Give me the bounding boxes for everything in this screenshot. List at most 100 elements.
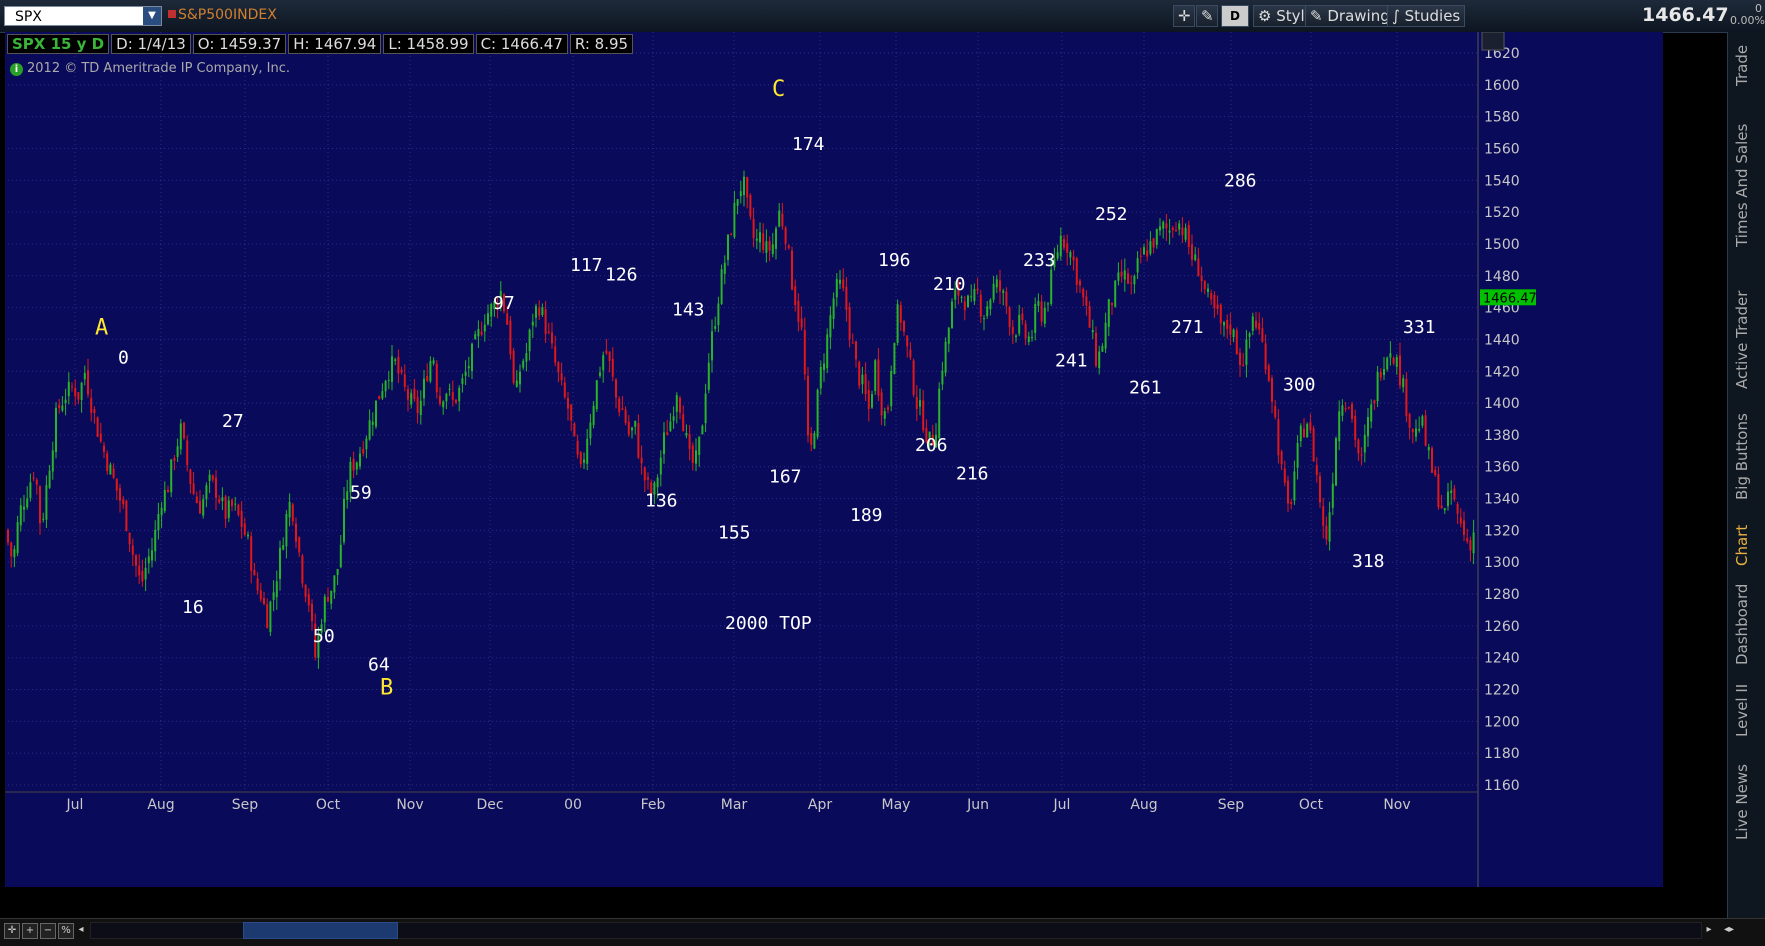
candle-body xyxy=(1466,538,1469,542)
candle-body xyxy=(407,389,409,400)
candle-body xyxy=(583,459,585,463)
candle-body xyxy=(1437,474,1440,508)
candle-body xyxy=(221,497,224,502)
candle-body xyxy=(58,404,61,409)
candle-body xyxy=(989,299,992,310)
candle-body xyxy=(979,294,982,317)
candle-body xyxy=(1213,294,1216,309)
y-tick-label: 1180 xyxy=(1484,746,1520,762)
copyright-notice: i 2012 © TD Ameritrade IP Company, Inc. xyxy=(10,61,290,76)
candle-body xyxy=(1402,378,1405,388)
candle-body xyxy=(432,360,435,364)
pan-icon[interactable]: ✛ xyxy=(4,923,20,939)
y-tick-label: 1340 xyxy=(1484,492,1520,508)
candle-body xyxy=(1082,288,1085,298)
scroll-right-icon[interactable]: ▸ xyxy=(1702,923,1716,937)
price-chart[interactable]: 1160 1180 1200 1220 1240 1260 1280 1300 1320 1340… xyxy=(5,32,1663,887)
candle-body xyxy=(887,407,889,410)
candle-body xyxy=(1379,371,1382,378)
candle-body xyxy=(1315,464,1318,475)
candle-body xyxy=(960,296,963,298)
period-button[interactable]: D xyxy=(1221,5,1249,27)
x-tick-label: Oct xyxy=(316,797,341,813)
side-tab-trade[interactable]: Trade xyxy=(1733,35,1763,95)
candle-body xyxy=(1338,411,1341,442)
chart-scrollbar[interactable]: ✛ + − % ◂ ▸ ◂▸ xyxy=(0,918,1765,946)
expand-icon[interactable]: ◂▸ xyxy=(1722,923,1736,937)
candle-body xyxy=(746,176,749,198)
chart-canvas[interactable]: 1160118012001220124012601280130013201340… xyxy=(5,32,1663,887)
candle-body xyxy=(1104,322,1107,349)
y-tick-label: 1480 xyxy=(1484,269,1520,285)
candle-body xyxy=(871,394,873,408)
scroll-thumb[interactable] xyxy=(243,922,398,939)
chevron-down-icon[interactable]: ▼ xyxy=(143,7,161,25)
candle-body xyxy=(147,556,150,564)
candle-body xyxy=(1290,501,1293,504)
side-tab-times-and-sales[interactable]: Times And Sales xyxy=(1733,110,1763,260)
candle-body xyxy=(275,581,278,598)
studies-button[interactable]: ∫ Studies xyxy=(1387,5,1466,27)
candle-body xyxy=(330,590,333,604)
scroll-left-icon[interactable]: ◂ xyxy=(74,923,88,937)
candle-body xyxy=(1395,357,1398,367)
candle-body xyxy=(1341,405,1344,416)
candle-body xyxy=(829,315,832,338)
link-icon[interactable] xyxy=(168,10,176,18)
candle-body xyxy=(1027,336,1030,342)
candle-body xyxy=(291,504,294,522)
candle-body xyxy=(1059,235,1062,257)
candle-body xyxy=(519,371,521,385)
zoom-out-icon[interactable]: − xyxy=(40,923,56,939)
side-tab-live-news[interactable]: Live News xyxy=(1733,755,1763,850)
wrench-icon[interactable]: ✎ xyxy=(1196,5,1218,27)
candle-body xyxy=(138,565,141,576)
candle-body xyxy=(269,601,272,633)
candle-body xyxy=(1469,540,1472,551)
candle-body xyxy=(890,371,893,407)
candle-body xyxy=(413,388,416,400)
candle-body xyxy=(157,514,160,531)
candle-body xyxy=(1456,504,1459,514)
x-tick-label: Nov xyxy=(396,797,423,813)
candle-body xyxy=(861,374,864,385)
info-icon[interactable]: i xyxy=(10,63,23,76)
candle-body xyxy=(45,485,48,520)
candle-body xyxy=(704,393,707,424)
candle-body xyxy=(685,432,688,436)
candle-body xyxy=(1181,227,1184,236)
candle-body xyxy=(368,420,371,440)
bar-count-label: 233 xyxy=(1023,250,1056,271)
candle-body xyxy=(944,341,947,373)
candle-body xyxy=(282,545,285,550)
candle-body xyxy=(122,499,125,505)
candle-body xyxy=(1392,357,1395,364)
candle-body xyxy=(1245,339,1248,365)
candle-body xyxy=(611,358,614,377)
zoom-in-icon[interactable]: + xyxy=(22,923,38,939)
candle-body xyxy=(1235,330,1238,355)
candle-body xyxy=(858,362,861,386)
candle-body xyxy=(848,307,851,340)
crosshair-icon[interactable]: ✛ xyxy=(1173,5,1195,27)
info-symbol-period[interactable]: SPX 15 y D xyxy=(7,34,110,54)
candle-body xyxy=(723,262,726,274)
candle-body xyxy=(512,350,515,383)
side-tab-big-buttons[interactable]: Big Buttons xyxy=(1733,413,1763,500)
candle-body xyxy=(1034,303,1037,333)
candle-body xyxy=(1207,288,1209,292)
candle-body xyxy=(195,496,198,504)
symbol-input[interactable]: SPX ▼ xyxy=(4,6,162,26)
candle-body xyxy=(1453,488,1456,500)
percent-icon[interactable]: % xyxy=(58,923,74,939)
side-tab-dashboard[interactable]: Dashboard xyxy=(1733,584,1763,665)
side-tab-active-trader[interactable]: Active Trader xyxy=(1733,270,1763,410)
candle-body xyxy=(515,380,518,387)
candle-body xyxy=(301,555,304,584)
candle-body xyxy=(765,241,768,253)
side-tab-chart[interactable]: Chart xyxy=(1733,505,1763,585)
candle-body xyxy=(10,542,13,557)
side-tab-level-ii[interactable]: Level II xyxy=(1733,670,1763,750)
candle-body xyxy=(455,399,457,403)
candle-body xyxy=(627,421,630,435)
